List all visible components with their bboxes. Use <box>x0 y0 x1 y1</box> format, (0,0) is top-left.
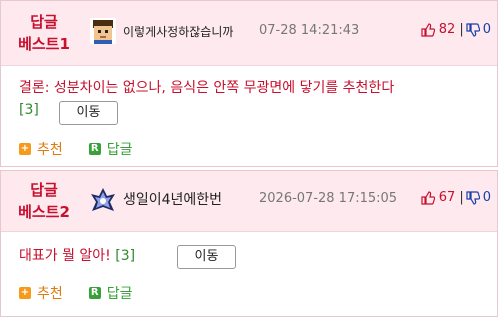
avatar[interactable] <box>90 18 116 44</box>
best-badge: 답글 베스트2 <box>1 179 87 223</box>
vote-box: 67 | 0 <box>421 190 491 205</box>
reply-icon[interactable]: R <box>88 287 101 299</box>
comment-date: 2026-07-28 17:15:05 <box>259 191 398 206</box>
comment-text: 대표가 뭘 알아! <box>19 248 111 264</box>
comment-actions: + 추천 R 답글 <box>19 283 133 303</box>
thumbs-up-icon[interactable] <box>421 190 435 205</box>
reply-link[interactable]: 답글 <box>107 283 133 303</box>
best-badge-line1: 답글 <box>30 181 58 199</box>
comment-header: 답글 베스트1 이렇게사정하잖습니까 07-28 14:21:43 82 | 0 <box>1 1 497 66</box>
plus-icon[interactable]: + <box>19 143 31 155</box>
best-badge-line2: 베스트2 <box>18 203 70 221</box>
comment-text: 결론: 성분차이는 없으나, 음식은 안쪽 무광면에 닿기를 추천한다 <box>19 80 395 96</box>
move-button[interactable]: 이동 <box>177 245 236 269</box>
plus-icon[interactable]: + <box>19 287 31 299</box>
up-count: 67 <box>438 190 456 205</box>
vote-divider: | <box>459 22 464 37</box>
recommend-link[interactable]: 추천 <box>37 283 63 303</box>
best-badge-line2: 베스트1 <box>18 35 70 53</box>
best-badge-line1: 답글 <box>30 13 58 31</box>
nickname[interactable]: 생일이4년에한번 <box>123 189 222 209</box>
move-button[interactable]: 이동 <box>59 101 118 125</box>
vote-box: 82 | 0 <box>421 22 491 37</box>
comment-card: 답글 베스트2 생일이4년에한번 2026-07-28 17:15:05 67 … <box>0 170 498 317</box>
thumbs-down-icon[interactable] <box>466 190 480 205</box>
thumbs-up-icon[interactable] <box>421 22 435 37</box>
thumbs-down-icon[interactable] <box>466 22 480 37</box>
reply-link[interactable]: 답글 <box>107 139 133 159</box>
up-count: 82 <box>438 22 456 37</box>
comment-actions: + 추천 R 답글 <box>19 139 133 159</box>
reply-icon[interactable]: R <box>88 143 101 155</box>
comment-count: [3] <box>115 248 136 264</box>
recommend-link[interactable]: 추천 <box>37 139 63 159</box>
best-comments: 답글 베스트1 이렇게사정하잖습니까 07-28 14:21:43 82 | 0… <box>0 0 500 317</box>
down-count: 0 <box>482 190 491 205</box>
comment-body: 대표가 뭘 알아! [3] 이동 <box>19 245 489 269</box>
comment-card: 답글 베스트1 이렇게사정하잖습니까 07-28 14:21:43 82 | 0… <box>0 0 498 167</box>
nickname[interactable]: 이렇게사정하잖습니까 <box>123 23 233 40</box>
best-badge: 답글 베스트1 <box>1 11 87 55</box>
avatar[interactable] <box>89 186 115 212</box>
vote-divider: | <box>459 190 464 205</box>
comment-header: 답글 베스트2 생일이4년에한번 2026-07-28 17:15:05 67 … <box>1 171 497 232</box>
down-count: 0 <box>482 22 491 37</box>
comment-date: 07-28 14:21:43 <box>259 23 360 38</box>
comment-body: 결론: 성분차이는 없으나, 음식은 안쪽 무광면에 닿기를 추천한다 [3] … <box>19 77 489 125</box>
comment-count: [3] <box>19 102 39 118</box>
